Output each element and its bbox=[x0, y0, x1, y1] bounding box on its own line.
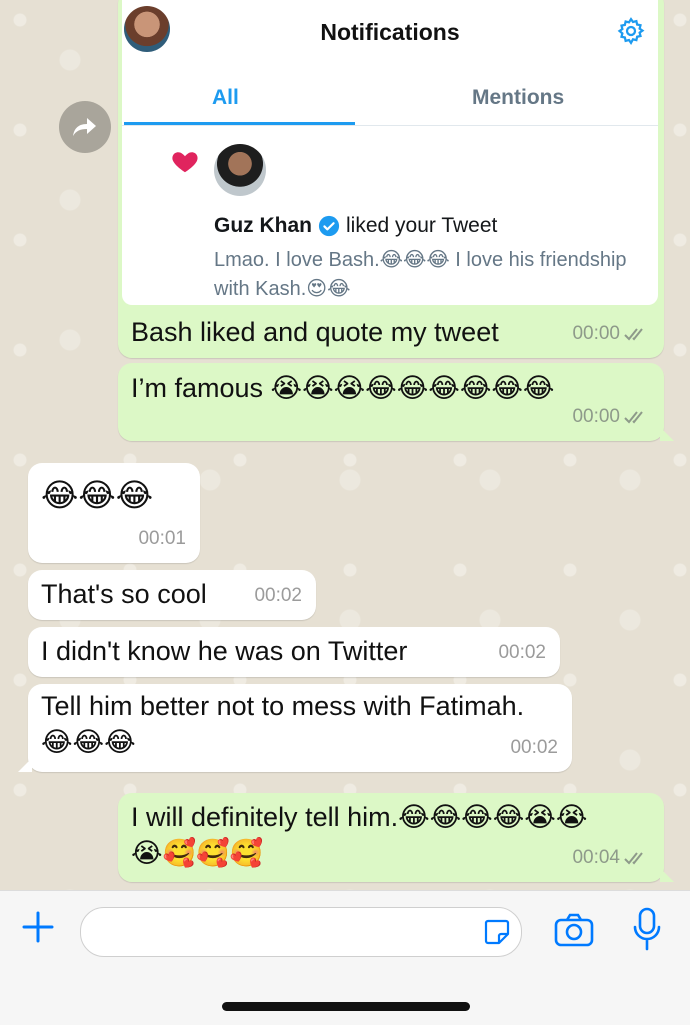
notifications-screenshot[interactable]: Notifications All Mentions Guz Khan like… bbox=[122, 0, 658, 305]
tab-mentions[interactable]: Mentions bbox=[472, 80, 564, 116]
composer-bar bbox=[0, 890, 690, 1025]
message-meta: 00:02 bbox=[254, 578, 302, 614]
message-time: 00:02 bbox=[510, 737, 558, 758]
message-time: 00:00 bbox=[572, 406, 620, 427]
message-time: 00:02 bbox=[254, 585, 302, 606]
message-bubble-screenshot[interactable]: Notifications All Mentions Guz Khan like… bbox=[118, 0, 664, 358]
forward-button[interactable] bbox=[59, 101, 111, 153]
message-bubble[interactable]: 😂😂😂 00:01 bbox=[28, 463, 200, 563]
heart-icon bbox=[172, 152, 198, 173]
message-bubble[interactable]: Tell him better not to mess with Fatimah… bbox=[18, 684, 572, 772]
microphone-icon[interactable] bbox=[632, 907, 662, 951]
bubble-tail bbox=[660, 427, 674, 441]
bubble-tail bbox=[18, 758, 32, 772]
notification-line: Guz Khan liked your Tweet bbox=[214, 208, 497, 244]
message-time: 00:04 bbox=[572, 847, 620, 868]
forward-icon bbox=[73, 118, 96, 136]
tab-divider bbox=[122, 125, 658, 126]
message-text: 😂😂😂 bbox=[41, 477, 154, 513]
message-time: 00:02 bbox=[498, 642, 546, 663]
notifications-title: Notifications bbox=[320, 19, 460, 45]
message-bubble[interactable]: That's so cool 00:02 bbox=[28, 570, 316, 620]
message-meta: 00:01 bbox=[138, 521, 186, 557]
message-text: I didn't know he was on Twitter bbox=[41, 636, 408, 666]
message-meta: 00:00 bbox=[572, 399, 650, 435]
sticker-icon[interactable] bbox=[483, 918, 511, 946]
message-input[interactable] bbox=[80, 907, 522, 957]
message-meta: 00:02 bbox=[510, 730, 558, 766]
notification-user-name[interactable]: Guz Khan bbox=[214, 208, 312, 244]
double-check-icon bbox=[624, 328, 643, 341]
bubble-tail bbox=[660, 868, 674, 882]
message-bubble[interactable]: I’m famous 😭😭😭😂😂😂😂😂😂 00:00 bbox=[118, 363, 674, 441]
guz-khan-avatar[interactable] bbox=[214, 144, 266, 196]
plus-icon[interactable] bbox=[20, 909, 56, 945]
message-meta: 00:00 bbox=[572, 316, 650, 352]
message-meta: 00:02 bbox=[498, 635, 546, 671]
notification-action: liked your Tweet bbox=[346, 214, 498, 237]
message-bubble[interactable]: I will definitely tell him.😂😂😂😂😭😭 😭🥰🥰🥰 0… bbox=[118, 793, 674, 882]
message-time: 00:01 bbox=[138, 528, 186, 549]
camera-icon[interactable] bbox=[554, 913, 594, 947]
notification-tweet-text: Lmao. I love Bash.😂😂😂 I love his friends… bbox=[214, 249, 627, 300]
tab-all[interactable]: All bbox=[212, 80, 239, 116]
message-meta: 00:04 bbox=[572, 840, 650, 876]
message-time: 00:00 bbox=[572, 323, 620, 344]
message-text: Tell him better not to mess with Fatimah… bbox=[41, 691, 525, 757]
gear-icon bbox=[617, 17, 645, 46]
double-check-icon bbox=[624, 852, 643, 865]
verified-icon bbox=[318, 215, 340, 237]
home-indicator bbox=[222, 1002, 470, 1011]
double-check-icon bbox=[624, 411, 643, 424]
message-bubble[interactable]: I didn't know he was on Twitter 00:02 bbox=[28, 627, 560, 677]
